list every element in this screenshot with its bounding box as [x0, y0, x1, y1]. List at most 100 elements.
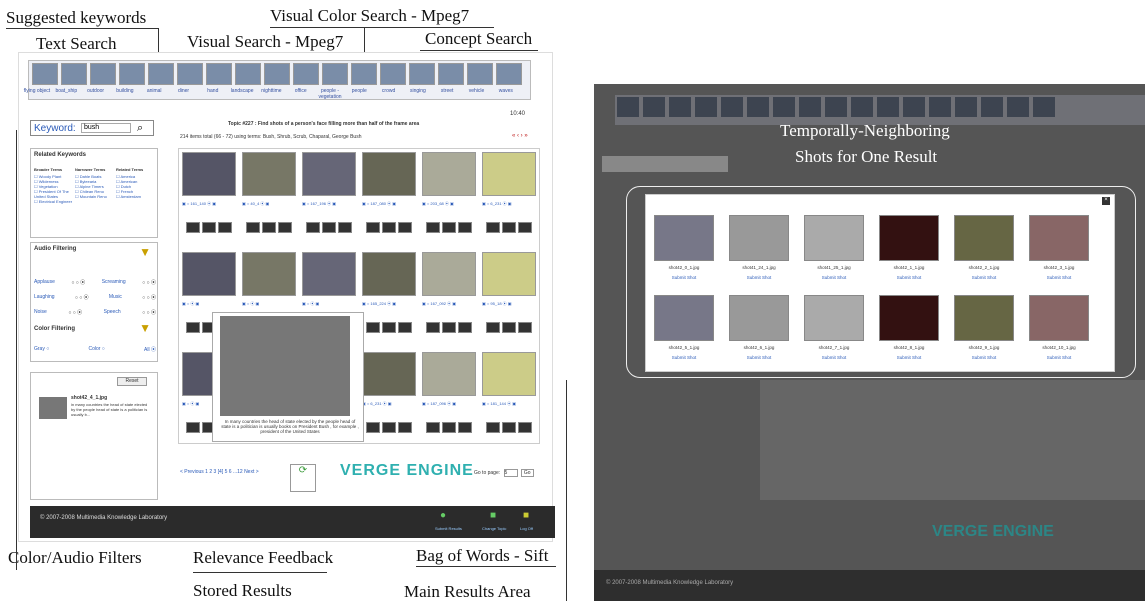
result-thumb[interactable] [302, 152, 356, 196]
audio-label[interactable]: Screaming [102, 279, 126, 286]
submit-shot-link[interactable]: Submit Shot [878, 275, 940, 280]
submit-shot-link[interactable]: Submit Shot [953, 355, 1015, 360]
audio-radios[interactable]: ○ ○ ⦿ [68, 309, 82, 316]
bow-button[interactable] [398, 322, 412, 333]
log-off-link[interactable]: Log Off [520, 526, 533, 531]
color-search-button[interactable] [186, 322, 200, 333]
color-search-button[interactable] [246, 222, 260, 233]
color-search-button[interactable] [366, 422, 380, 433]
concept-label[interactable]: waves [491, 88, 521, 94]
concept-thumb[interactable] [32, 63, 58, 85]
bow-button[interactable] [338, 222, 352, 233]
result-controls[interactable]: ▣ ○ 187_080 ⦿ ▣ [362, 201, 416, 207]
concept-label[interactable]: flying object [22, 88, 52, 94]
concept-label[interactable]: diner [169, 88, 199, 94]
concept-label[interactable]: singing [403, 88, 433, 94]
color-option[interactable]: Color ○ [88, 346, 104, 353]
neighbor-shot[interactable] [954, 295, 1014, 341]
submit-shot-link[interactable]: Submit Shot [653, 275, 715, 280]
color-search-button[interactable] [486, 422, 500, 433]
concept-thumb[interactable] [90, 63, 116, 85]
visual-search-button[interactable] [442, 322, 456, 333]
neighbor-shot[interactable] [954, 215, 1014, 261]
neighbor-shot[interactable] [804, 295, 864, 341]
page-nav-arrows[interactable]: « ‹ › » [512, 133, 528, 139]
result-controls[interactable]: ▣ ○ 6_231 ⦿ ▣ [362, 401, 416, 407]
color-option[interactable]: Gray ○ [34, 346, 49, 353]
concept-thumb[interactable] [119, 63, 145, 85]
audio-label[interactable]: Laughing [34, 294, 55, 301]
concept-thumb[interactable] [264, 63, 290, 85]
color-search-button[interactable] [306, 222, 320, 233]
result-controls[interactable]: ▣ ○ 203_68 ⦿ ▣ [422, 201, 476, 207]
related-term[interactable]: ☐ President Of The United States [34, 189, 74, 199]
neighbor-shot[interactable] [879, 295, 939, 341]
concept-thumb[interactable] [206, 63, 232, 85]
concept-thumb[interactable] [177, 63, 203, 85]
search-icon[interactable]: ⌕ [137, 122, 143, 135]
audio-label[interactable]: Noise [34, 309, 47, 316]
visual-search-button[interactable] [262, 222, 276, 233]
color-search-button[interactable] [486, 222, 500, 233]
result-thumb[interactable] [482, 152, 536, 196]
result-thumb[interactable] [422, 152, 476, 196]
result-controls[interactable]: ▣ ○ 181_144 ⦿ ▣ [482, 401, 536, 407]
submit-shot-link[interactable]: Submit Shot [653, 355, 715, 360]
result-controls[interactable]: ▣ ○ 40_4 ⦿ ▣ [242, 201, 296, 207]
submit-shot-link[interactable]: Submit Shot [878, 355, 940, 360]
bow-button[interactable] [398, 422, 412, 433]
concept-thumb[interactable] [61, 63, 87, 85]
neighbor-shot[interactable] [804, 215, 864, 261]
result-controls[interactable]: ▣ ○ 167_092 ⦿ ▣ [422, 301, 476, 307]
neighbor-shot[interactable] [1029, 215, 1089, 261]
concept-label[interactable]: landscape [227, 88, 257, 94]
concept-label[interactable]: nighttime [256, 88, 286, 94]
concept-label[interactable]: vehicle [462, 88, 492, 94]
concept-label[interactable]: street [432, 88, 462, 94]
color-option[interactable]: All ⦿ [144, 346, 156, 353]
bow-button[interactable] [458, 322, 472, 333]
neighbor-shot[interactable] [1029, 295, 1089, 341]
result-thumb[interactable] [482, 252, 536, 296]
result-controls[interactable]: ▣ ○ ⦿ ▣ [242, 301, 296, 307]
result-controls[interactable]: ▣ ○ ⦿ ▣ [302, 301, 356, 307]
color-search-button[interactable] [366, 222, 380, 233]
stored-thumb[interactable] [39, 397, 67, 419]
related-term[interactable]: ☐ Mountain Reno [75, 194, 115, 199]
visual-search-button[interactable] [442, 222, 456, 233]
submit-shot-link[interactable]: Submit Shot [803, 275, 865, 280]
color-search-button[interactable] [486, 322, 500, 333]
submit-shot-link[interactable]: Submit Shot [953, 275, 1015, 280]
result-controls[interactable]: ▣ ○ 6_231 ⦿ ▣ [482, 201, 536, 207]
close-icon[interactable]: × [1102, 197, 1110, 205]
concept-thumb[interactable] [148, 63, 174, 85]
bow-button[interactable] [518, 322, 532, 333]
neighbor-shot[interactable] [879, 215, 939, 261]
submit-shot-link[interactable]: Submit Shot [1028, 355, 1090, 360]
audio-radios[interactable]: ○ ○ ⦿ [71, 279, 85, 286]
color-search-button[interactable] [186, 222, 200, 233]
concept-label[interactable]: people - vegetation [315, 88, 345, 100]
concept-thumb[interactable] [496, 63, 522, 85]
bow-button[interactable] [278, 222, 292, 233]
result-thumb[interactable] [482, 352, 536, 396]
visual-search-button[interactable] [382, 322, 396, 333]
visual-search-button[interactable] [382, 222, 396, 233]
audio-radios[interactable]: ○ ○ ⦿ [142, 279, 156, 286]
result-controls[interactable]: ▣ ○ 167_196 ⦿ ▣ [302, 201, 356, 207]
concept-thumb[interactable] [293, 63, 319, 85]
result-thumb[interactable] [362, 152, 416, 196]
audio-radios[interactable]: ○ ○ ⦿ [142, 294, 156, 301]
concept-thumb[interactable] [438, 63, 464, 85]
concept-label[interactable]: boat_ship [51, 88, 81, 94]
result-thumb[interactable] [362, 252, 416, 296]
result-controls[interactable]: ▣ ○ 187_096 ⦿ ▣ [422, 401, 476, 407]
concept-thumb[interactable] [322, 63, 348, 85]
result-thumb[interactable] [422, 252, 476, 296]
bow-button[interactable] [458, 422, 472, 433]
color-search-button[interactable] [426, 422, 440, 433]
concept-thumb[interactable] [380, 63, 406, 85]
visual-search-button[interactable] [502, 422, 516, 433]
related-term[interactable]: ☐ Amsterdam [116, 194, 156, 199]
result-controls[interactable]: ▣ ○ 95_18 ⦿ ▣ [482, 301, 536, 307]
